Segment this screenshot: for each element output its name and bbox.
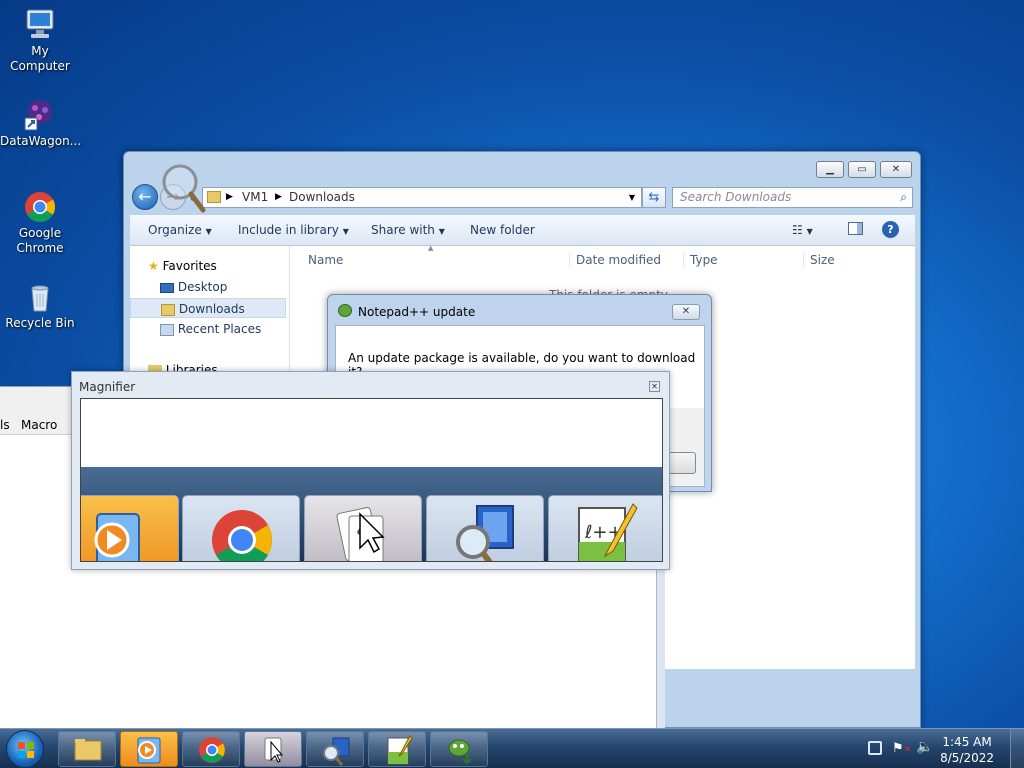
notepadpp-gecko-icon (338, 304, 352, 317)
chrome-icon (212, 510, 273, 561)
desktop-icon-label: DataWagon... (0, 134, 82, 148)
close-icon: ✕ (651, 382, 658, 391)
datawagon-shortcut-icon (23, 98, 57, 132)
desktop-icon-label: Recycle Bin (5, 316, 75, 330)
desktop-icon-chrome[interactable]: Google Chrome (0, 190, 80, 256)
magnifier-icon (456, 505, 514, 561)
nav-favorites[interactable]: ★ Favorites (148, 256, 306, 276)
command-bar: Organize ▼ Include in library ▼ Share wi… (130, 215, 915, 246)
windows-media-player-icon (94, 513, 140, 561)
magnified-media-player-tile (81, 495, 179, 561)
menu-macro[interactable]: Macro (21, 418, 57, 432)
show-desktop-button[interactable] (1010, 729, 1024, 768)
taskbar-chrome[interactable] (182, 731, 240, 767)
magnifier-window: Magnifier ✕ ♠ ℓ++ (71, 371, 670, 570)
folder-icon (74, 739, 102, 761)
magnified-solitaire-tile: ♠ (304, 495, 422, 561)
tray-network-icon[interactable] (868, 741, 882, 755)
magnifier-title: Magnifier (79, 380, 136, 394)
view-options-icon[interactable]: ☷ ▼ (792, 223, 813, 237)
column-size[interactable]: Size (803, 253, 883, 267)
back-button[interactable]: ← (132, 184, 158, 210)
taskbar-magnifier[interactable] (306, 731, 364, 767)
magnifier-lens-icon (158, 160, 208, 215)
breadcrumb-separator-icon: ▶ (226, 192, 233, 202)
desktop-icon-label: Google Chrome (16, 226, 64, 255)
magnified-magnifier-tile (426, 495, 544, 561)
nav-downloads[interactable]: Downloads (130, 298, 286, 318)
taskbar-explorer[interactable] (58, 731, 116, 767)
refresh-icon: ⇆ (648, 190, 660, 205)
magnifier-icon (323, 737, 350, 766)
recycle-bin-icon (23, 280, 57, 314)
taskbar-notepadpp[interactable] (368, 731, 426, 767)
preview-pane-icon[interactable] (848, 222, 863, 235)
chrome-icon (23, 190, 57, 224)
close-button[interactable]: ✕ (880, 161, 912, 178)
refresh-button[interactable]: ⇆ (642, 187, 666, 208)
search-placeholder: Search Downloads (680, 190, 792, 204)
folder-icon (207, 191, 221, 203)
breadcrumb-vm1[interactable]: VM1 (242, 188, 268, 207)
computer-icon (23, 8, 57, 42)
magnified-notepadpp-tile: ℓ++ (548, 495, 662, 561)
column-date-modified[interactable]: Date modified (569, 253, 661, 267)
notepadpp-icon: ℓ++ (578, 503, 638, 561)
chrome-icon (199, 737, 225, 763)
gecko-updater-icon (448, 739, 472, 765)
address-dropdown-icon[interactable]: ▼ (629, 188, 635, 207)
taskbar-media-player[interactable] (120, 731, 178, 767)
include-in-library-button[interactable]: Include in library ▼ (238, 223, 349, 237)
star-icon: ★ (148, 259, 159, 273)
magnified-chrome-tile (182, 495, 300, 561)
column-type[interactable]: Type (683, 253, 718, 267)
clock-time: 1:45 AM (942, 735, 992, 749)
taskbar-notepadpp-updater[interactable] (430, 731, 488, 767)
desktop-icon-datawagon[interactable]: DataWagon... (0, 98, 82, 149)
notepadpp-icon (387, 735, 413, 765)
address-bar[interactable]: ▶ VM1 ▶ Downloads ▼ (202, 187, 642, 208)
search-icon: ⌕ (900, 190, 907, 204)
dialog-title: Notepad++ update (358, 305, 476, 319)
sort-indicator-icon: ▲ (428, 244, 434, 252)
windows-media-player-icon (137, 737, 161, 764)
taskbar: ⚑✕ 🔈 1:45 AM 8/5/2022 (0, 728, 1024, 768)
search-input[interactable]: Search Downloads ⌕ (672, 187, 913, 208)
minimize-button[interactable]: ▁ (816, 161, 844, 178)
downloads-folder-icon (161, 303, 175, 316)
new-folder-button[interactable]: New folder (470, 223, 535, 237)
dialog-close-button[interactable]: ✕ (672, 304, 700, 320)
clock[interactable]: 1:45 AM 8/5/2022 (940, 734, 994, 766)
tray-volume-icon[interactable]: 🔈 (916, 739, 933, 755)
maximize-button[interactable]: ▭ (848, 161, 876, 178)
recent-places-icon (160, 323, 174, 336)
share-with-button[interactable]: Share with ▼ (371, 223, 445, 237)
column-name[interactable]: Name (308, 253, 343, 267)
start-button[interactable] (6, 730, 44, 768)
tray-action-center-flag-icon[interactable]: ⚑✕ (892, 741, 911, 756)
taskbar-solitaire[interactable] (244, 731, 302, 767)
clock-date: 8/5/2022 (940, 751, 994, 765)
help-icon[interactable]: ? (882, 221, 899, 238)
back-arrow-icon: ← (138, 187, 152, 206)
desktop-icon-my-computer[interactable]: My Computer (0, 8, 80, 74)
desktop-icon-label: My Computer (10, 44, 70, 73)
solitaire-icon: ♠ (336, 507, 385, 561)
breadcrumb-separator-icon: ▶ (275, 192, 282, 202)
desktop-icon (160, 282, 174, 293)
magnifier-lens-view: ♠ ℓ++ (80, 398, 663, 562)
desktop-icon-recycle-bin[interactable]: Recycle Bin (0, 280, 80, 331)
breadcrumb-downloads[interactable]: Downloads (289, 188, 355, 207)
solitaire-icon (264, 737, 284, 763)
organize-button[interactable]: Organize ▼ (148, 223, 212, 237)
close-icon: ✕ (681, 306, 691, 317)
magnifier-close-button[interactable]: ✕ (649, 381, 660, 392)
menu-tools[interactable]: ls (0, 418, 10, 432)
windows-logo-icon (18, 742, 34, 758)
